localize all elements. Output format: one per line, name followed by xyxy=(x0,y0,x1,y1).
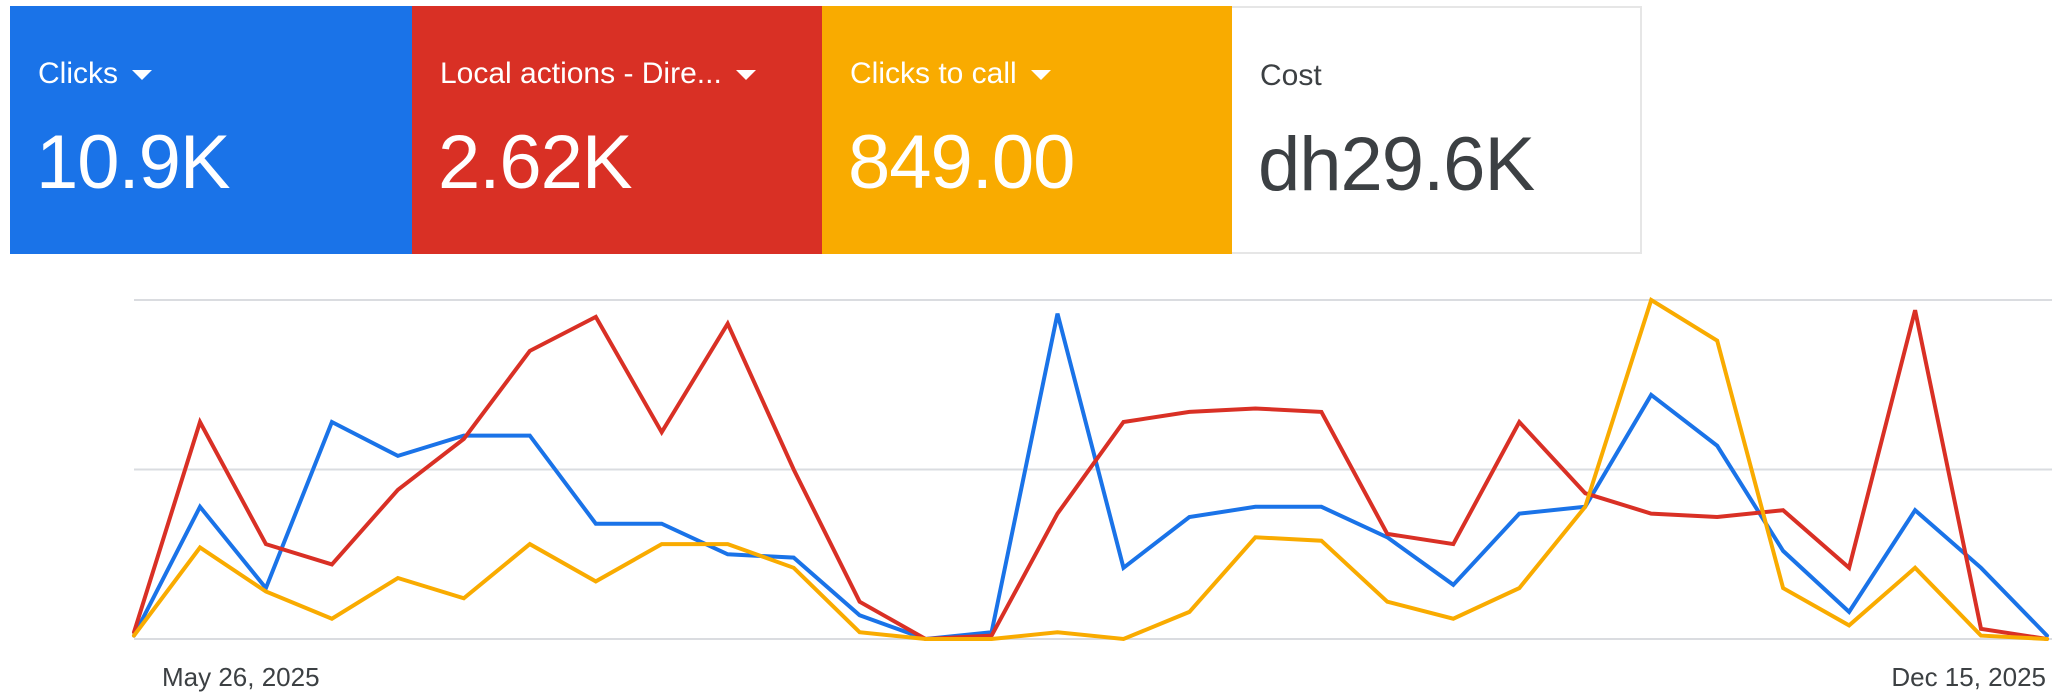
caret-down-icon[interactable] xyxy=(1030,70,1051,80)
scorecard-clicks-to-call-label: Clicks to call xyxy=(850,57,1017,90)
x-tick-label-end: Dec 15, 2025 xyxy=(1891,662,2046,692)
scorecard-cost-metric-selector[interactable]: Cost xyxy=(1260,58,1322,94)
scorecard-clicks-to-call[interactable]: Clicks to call 849.00 xyxy=(822,6,1232,254)
caret-down-icon[interactable] xyxy=(132,70,152,80)
scorecard-local-actions-metric-selector[interactable]: Local actions - Dire... xyxy=(440,56,756,92)
scorecard-local-actions[interactable]: Local actions - Dire... 2.62K xyxy=(412,6,822,254)
scorecard-clicks-metric-selector[interactable]: Clicks xyxy=(38,56,152,92)
scorecard-clicks-label: Clicks xyxy=(38,57,118,90)
scorecard-local-actions-label: Local actions - Dire... xyxy=(440,57,722,90)
series-line-local-actions[interactable] xyxy=(132,309,2049,642)
scorecard-clicks-to-call-value: 849.00 xyxy=(848,120,1075,205)
caret-down-icon[interactable] xyxy=(735,70,756,80)
scorecard-row: Clicks 10.9K Local actions - Dire... 2.6… xyxy=(10,6,1642,254)
scorecard-clicks-value: 10.9K xyxy=(36,120,231,205)
scorecard-cost-label: Cost xyxy=(1260,59,1322,92)
series-line-clicks[interactable] xyxy=(132,313,2049,642)
scorecard-cost-value: dh29.6K xyxy=(1258,122,1535,207)
scorecard-local-actions-value: 2.62K xyxy=(438,120,633,205)
scorecard-clicks-to-call-metric-selector[interactable]: Clicks to call xyxy=(850,56,1051,92)
performance-line-chart[interactable]: May 26, 2025 Dec 15, 2025 xyxy=(0,280,2052,697)
scorecard-clicks[interactable]: Clicks 10.9K xyxy=(10,6,412,254)
scorecard-cost[interactable]: Cost dh29.6K xyxy=(1232,6,1642,254)
x-tick-label-start: May 26, 2025 xyxy=(162,662,320,692)
